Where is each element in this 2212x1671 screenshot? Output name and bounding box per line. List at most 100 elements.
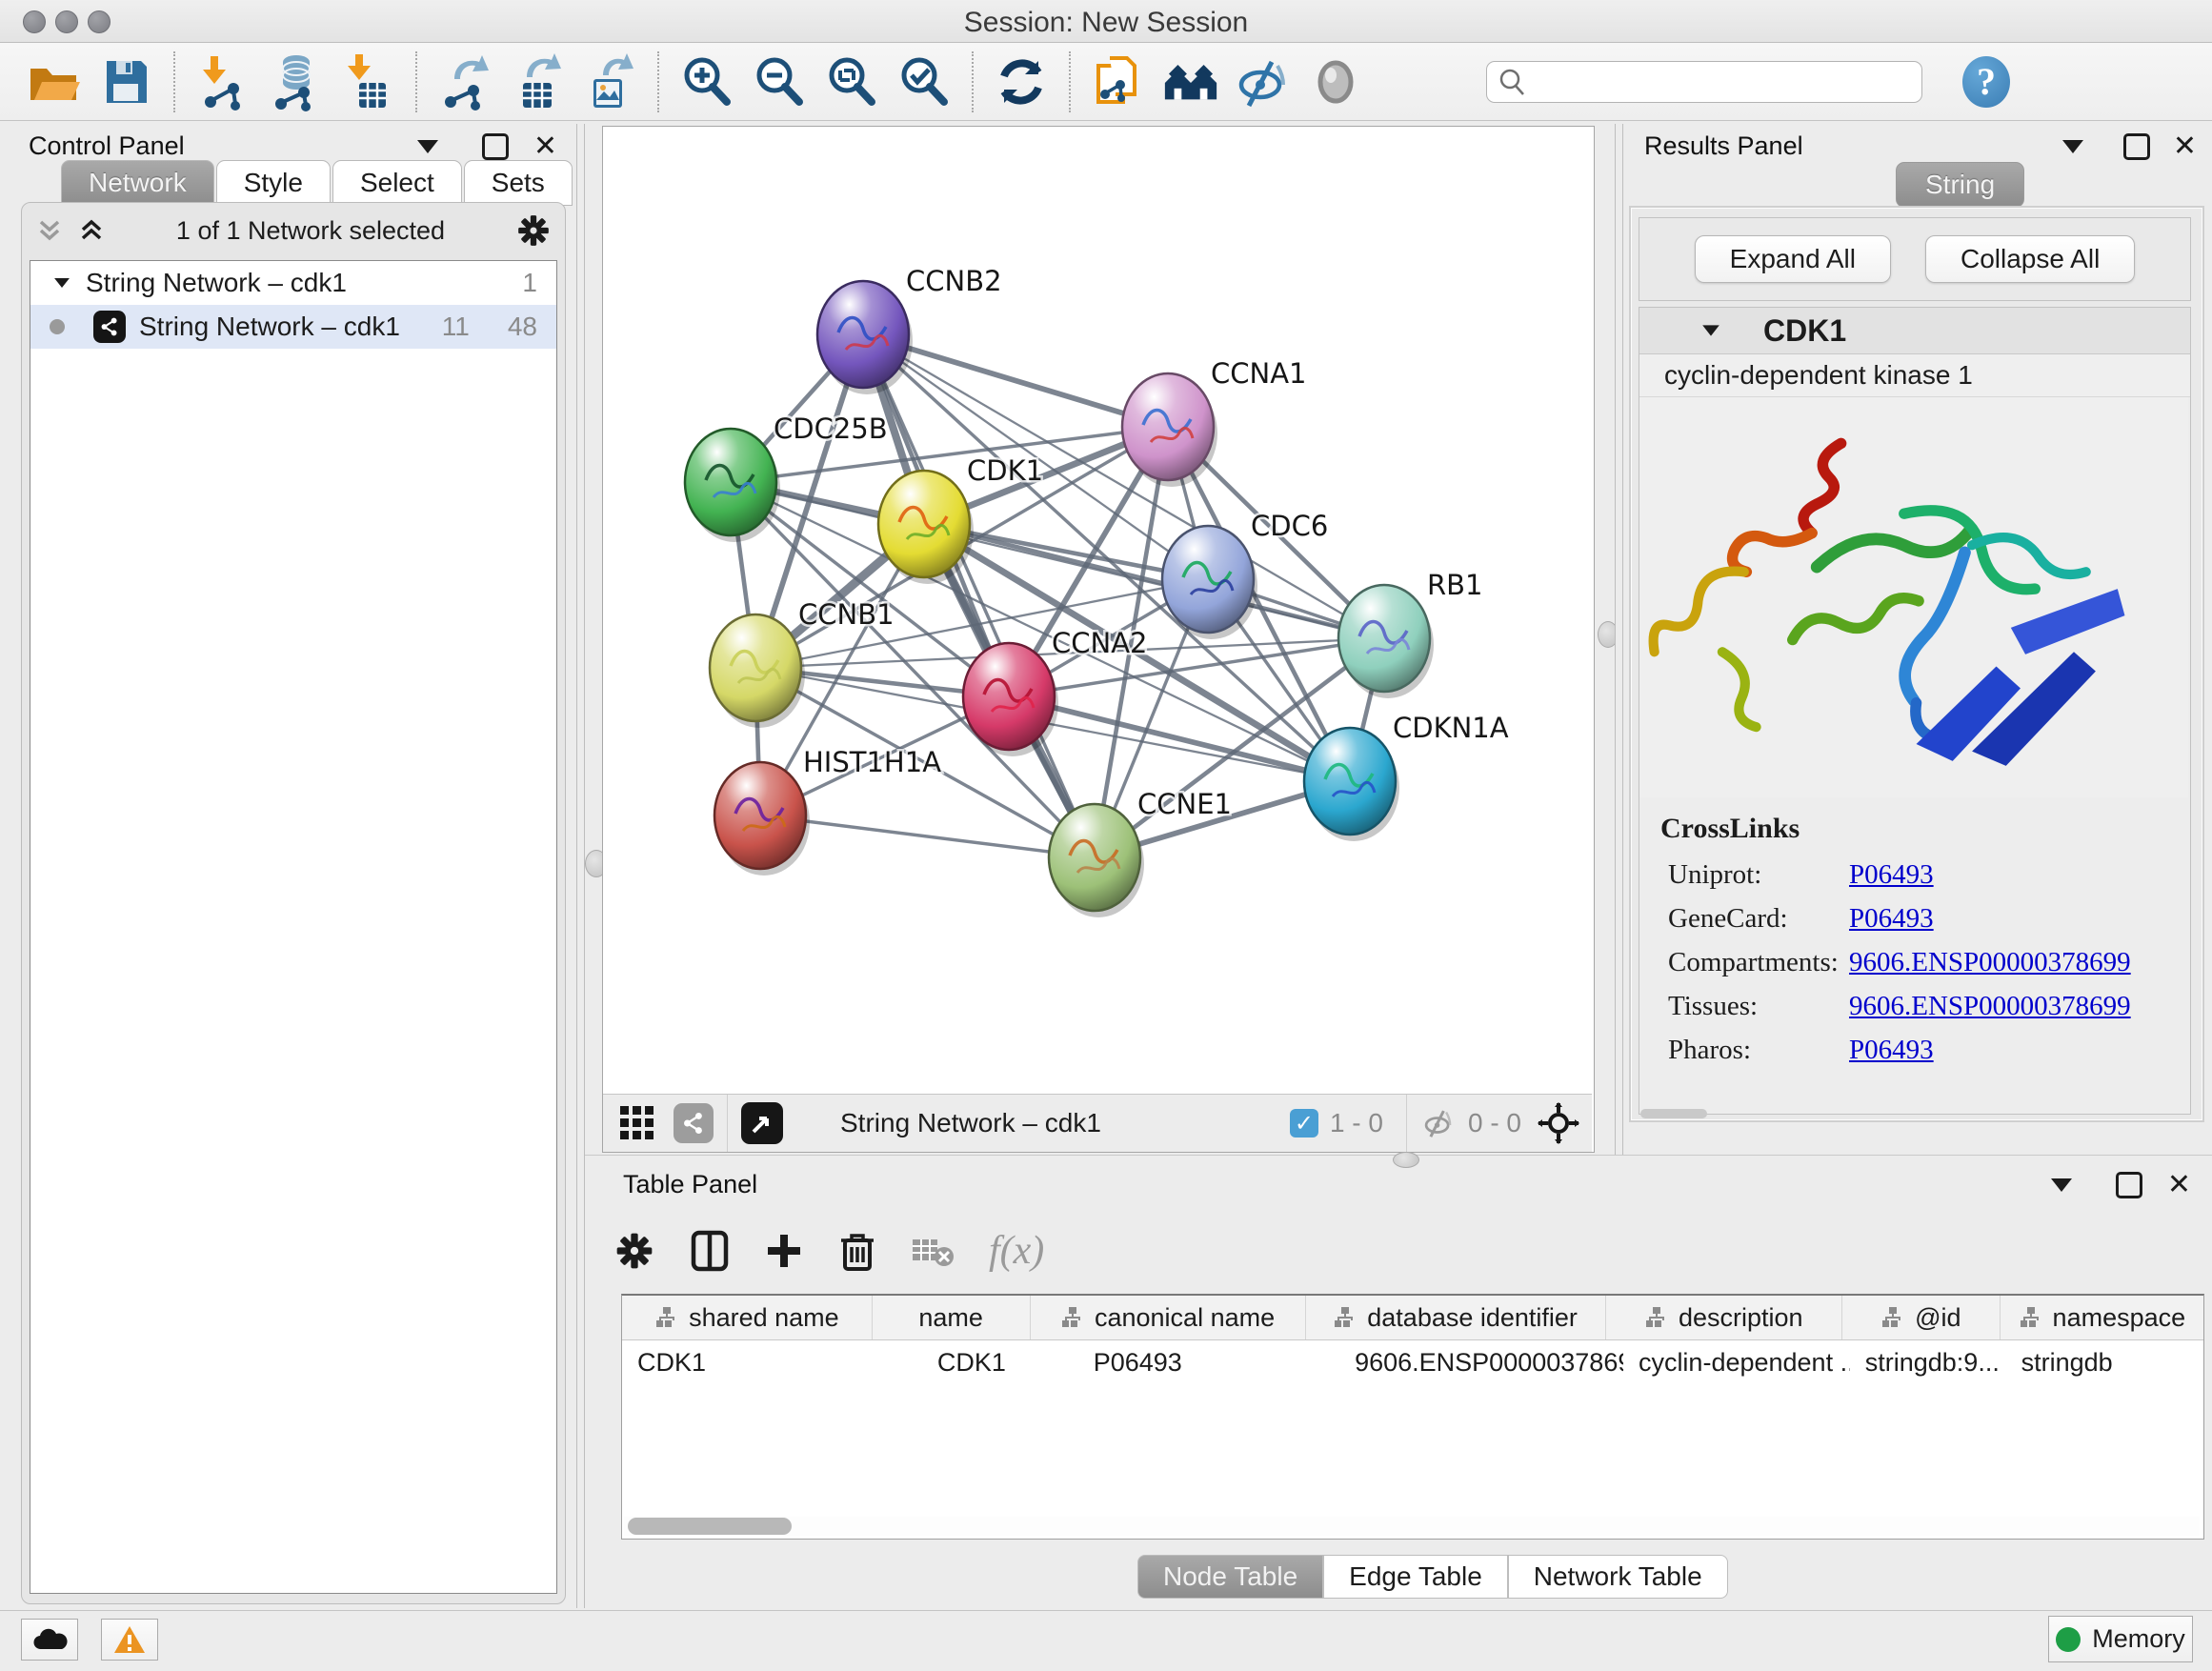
cell-id[interactable]: stringdb:9... [1850,1340,2006,1384]
fit-selected-icon[interactable] [1537,1101,1580,1145]
network-node-CCNA1[interactable] [1122,373,1217,487]
column-header-database-identifier[interactable]: database identifier [1306,1296,1606,1339]
network-node-CCNB1[interactable] [710,614,805,728]
tab-network-table[interactable]: Network Table [1508,1555,1728,1599]
column-header-canonical-name[interactable]: canonical name [1031,1296,1306,1339]
zoom-out-icon[interactable] [750,52,809,111]
network-canvas[interactable]: CCNB2CCNA1CDC25BCDK1CDC6RB1CCNB1CCNA2CDK… [603,127,1592,1092]
column-header-shared-name[interactable]: shared name [622,1296,873,1339]
column-header-description[interactable]: description [1606,1296,1842,1339]
create-column-icon[interactable] [764,1231,804,1271]
panel-close-icon[interactable]: ✕ [533,136,557,157]
panel-collapse-icon[interactable] [2062,140,2083,153]
uniprot-link[interactable]: P06493 [1849,859,1934,891]
tissues-link[interactable]: 9606.ENSP00000378699 [1849,991,2131,1022]
protein-header-row[interactable]: CDK1 [1639,308,2190,354]
panel-splitter-left[interactable] [576,124,585,1608]
export-network-icon[interactable] [435,52,494,111]
collapse-all-button[interactable]: Collapse All [1925,235,2135,283]
panel-float-icon[interactable] [2116,1172,2142,1198]
new-network-from-selection-icon[interactable] [1089,52,1148,111]
genecard-link[interactable]: P06493 [1849,903,1934,935]
protein-description: cyclin-dependent kinase 1 [1639,354,2190,397]
cytoscape-cloud-button[interactable] [21,1619,78,1661]
save-session-icon[interactable] [96,52,155,111]
tab-style[interactable]: Style [216,160,331,206]
delete-column-icon[interactable] [838,1229,876,1273]
birds-eye-view-icon[interactable] [741,1102,783,1144]
table-options-gear-icon[interactable] [613,1230,655,1272]
panel-close-icon[interactable]: ✕ [2173,136,2197,157]
network-node-CDKN1A[interactable] [1304,728,1399,841]
zoom-in-icon[interactable] [677,52,736,111]
memory-button[interactable]: Memory [2048,1616,2193,1662]
import-network-database-icon[interactable] [266,52,325,111]
cell-shared-name[interactable]: CDK1 [622,1340,861,1384]
network-overview-icon[interactable] [674,1103,714,1143]
cell-name[interactable]: CDK1 [861,1340,1078,1384]
tab-select[interactable]: Select [332,160,462,206]
panel-float-icon[interactable] [2123,133,2150,160]
cell-description[interactable]: cyclin-dependent ... [1623,1340,1850,1384]
network-edge-CCNB2-CCNE1[interactable] [863,334,1095,857]
cell-canonical-name[interactable]: P06493 [1078,1340,1339,1384]
panel-collapse-icon[interactable] [2051,1178,2072,1192]
first-neighbors-icon[interactable] [1161,52,1220,111]
network-row[interactable]: String Network – cdk1 11 48 [30,305,556,349]
table-row[interactable]: CDK1 CDK1 P06493 9606.ENSP00000378699 cy… [622,1340,2203,1384]
delete-table-icon[interactable] [911,1234,955,1268]
network-node-CCNB2[interactable] [817,281,913,394]
hidden-indicator-icon[interactable] [1420,1107,1460,1139]
network-options-gear-icon[interactable] [515,212,552,249]
export-image-icon[interactable] [580,52,639,111]
tab-network[interactable]: Network [61,160,214,206]
table-horizontal-scrollbar[interactable] [624,1517,2200,1536]
table-panel: Table Panel ✕ f(x) shared name name cano… [585,1164,2212,1608]
network-node-CCNE1[interactable] [1049,804,1144,917]
panel-close-icon[interactable]: ✕ [2167,1175,2191,1196]
column-header-namespace[interactable]: namespace [2001,1296,2203,1339]
grid-view-icon[interactable] [618,1104,656,1142]
network-edge-CCNE1-HIST1H1A[interactable] [760,815,1095,857]
network-node-CDK1[interactable] [878,471,974,584]
show-all-icon[interactable] [1306,52,1365,111]
network-node-CCNA2[interactable] [963,643,1058,756]
zoom-selected-icon[interactable] [895,52,954,111]
column-header-id[interactable]: @id [1842,1296,2001,1339]
import-network-icon[interactable] [193,52,252,111]
show-columns-icon[interactable] [690,1229,730,1273]
cell-database-identifier[interactable]: 9606.ENSP00000378699 [1339,1340,1623,1384]
network-collection-row[interactable]: String Network – cdk1 1 [30,261,556,305]
hide-selected-icon[interactable] [1234,52,1293,111]
tab-node-table[interactable]: Node Table [1137,1555,1323,1599]
expand-all-icon[interactable] [77,216,106,245]
search-input[interactable] [1529,66,1921,97]
selected-indicator-checkbox[interactable]: ✓ [1290,1109,1318,1137]
pharos-link[interactable]: P06493 [1849,1035,1934,1066]
collection-disclosure-icon[interactable] [54,278,70,288]
tab-sets[interactable]: Sets [464,160,573,206]
panel-splitter-right[interactable] [1615,124,1623,1158]
panel-float-icon[interactable] [482,133,509,160]
panel-collapse-icon[interactable] [417,140,438,153]
cell-namespace[interactable]: stringdb [2006,1340,2203,1384]
column-header-name[interactable]: name [873,1296,1031,1339]
apply-function-icon[interactable]: f(x) [989,1228,1044,1274]
apply-layout-icon[interactable] [992,52,1051,111]
collapse-all-icon[interactable] [35,216,64,245]
open-session-icon[interactable] [24,52,83,111]
import-table-icon[interactable] [338,52,397,111]
tab-string[interactable]: String [1896,162,2024,208]
compartments-link[interactable]: 9606.ENSP00000378699 [1849,947,2131,978]
expand-all-button[interactable]: Expand All [1695,235,1891,283]
zoom-fit-icon[interactable] [822,52,881,111]
protein-disclosure-icon[interactable] [1702,325,1719,335]
network-node-HIST1H1A[interactable] [714,762,810,876]
network-node-RB1[interactable] [1338,585,1434,698]
help-button[interactable]: ? [1962,56,2010,108]
tab-edge-table[interactable]: Edge Table [1323,1555,1508,1599]
warnings-button[interactable] [101,1619,158,1661]
scrollbar-thumb[interactable] [628,1518,792,1535]
export-table-icon[interactable] [508,52,567,111]
results-scrollbar-thumb[interactable] [1640,1109,1707,1118]
